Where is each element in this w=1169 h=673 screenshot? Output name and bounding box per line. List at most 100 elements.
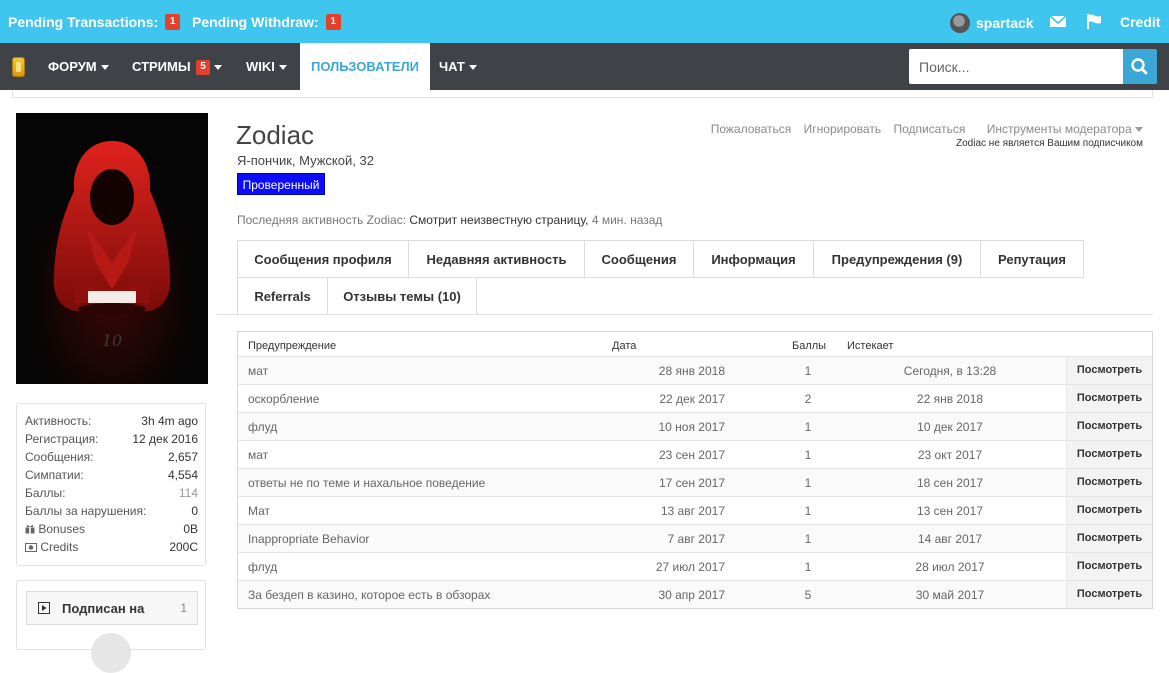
table-row: Inappropriate Behavior 7 авг 2017 1 14 авг … xyxy=(238,524,1152,552)
last-activity-label: Последняя активность Zodiac: xyxy=(237,213,407,227)
tab-referrals[interactable]: Referrals xyxy=(237,277,328,315)
stat-label: Баллы: xyxy=(25,486,66,500)
moderator-tools-menu[interactable]: Инструменты модератора xyxy=(978,122,1143,136)
tab-label: Сообщения xyxy=(601,252,677,267)
warning-title: флуд xyxy=(248,420,278,434)
stat-credits: Credits 200C xyxy=(25,540,198,558)
follow-link[interactable]: Подписаться xyxy=(893,122,965,136)
nav-item-forum[interactable]: ФОРУМ xyxy=(48,43,109,90)
tab-warnings[interactable]: Предупреждения (9) xyxy=(813,240,981,278)
tab-profile-posts[interactable]: Сообщения профиля xyxy=(237,240,409,278)
pending-transactions-label: Pending Transactions: xyxy=(8,14,159,30)
nav-item-users[interactable]: ПОЛЬЗОВАТЕЛИ xyxy=(300,43,430,90)
stat-value: 0 xyxy=(191,504,198,518)
tab-messages[interactable]: Сообщения xyxy=(584,240,694,278)
tab-label: Предупреждения (9) xyxy=(831,252,963,267)
warning-points: 1 xyxy=(804,560,812,574)
top-notification-bar: Pending Transactions: 1 Pending Withdraw… xyxy=(0,0,1169,43)
stat-label: Bonuses xyxy=(38,522,86,536)
avatar xyxy=(950,13,970,33)
warning-expires: 13 сен 2017 xyxy=(916,504,983,518)
view-warning-button[interactable]: Посмотреть xyxy=(1066,469,1152,496)
profile-stats: Активность: 3h 4m ago Регистрация: 12 де… xyxy=(16,403,206,566)
warning-expires: 18 сен 2017 xyxy=(916,476,983,490)
follow-status-note: Zodiac не является Вашим подписчиком xyxy=(956,138,1143,149)
nav-item-chat[interactable]: ЧАТ xyxy=(439,43,477,90)
warning-date: 17 сен 2017 xyxy=(658,476,725,490)
flag-icon[interactable] xyxy=(1085,13,1103,29)
following-toggle[interactable]: Подписан на 1 xyxy=(26,591,198,625)
tab-label: Referrals xyxy=(254,289,311,304)
nav-item-streams[interactable]: СТРИМЫ 5 xyxy=(132,43,222,90)
profile-username: Zodiac xyxy=(236,120,315,150)
stat-value: 0B xyxy=(183,522,198,536)
stat-likes: Симпатии: 4,554 xyxy=(25,468,198,486)
search-input[interactable] xyxy=(909,49,1123,84)
stat-value[interactable]: 114 xyxy=(179,486,198,500)
view-warning-button[interactable]: Посмотреть xyxy=(1066,413,1152,440)
stat-label: Сообщения: xyxy=(25,450,94,464)
mail-icon[interactable] xyxy=(1049,13,1067,29)
warning-title: флуд xyxy=(248,560,278,574)
warning-date: 13 авг 2017 xyxy=(660,504,725,518)
tab-information[interactable]: Информация xyxy=(693,240,814,278)
view-warning-button[interactable]: Посмотреть xyxy=(1066,357,1152,384)
warning-points: 1 xyxy=(804,532,812,546)
table-row: Мат 13 авг 2017 1 13 сен 2017 Посмотреть xyxy=(238,496,1152,524)
nav-item-label: ФОРУМ xyxy=(48,59,97,74)
column-header: Баллы xyxy=(792,340,827,352)
warning-expires: 30 май 2017 xyxy=(915,588,985,602)
caret-down-icon xyxy=(100,65,109,71)
view-warning-button[interactable]: Посмотреть xyxy=(1066,497,1152,524)
pending-transactions-link[interactable]: Pending Transactions: 1 xyxy=(8,14,181,30)
column-header: Истекает xyxy=(847,340,894,352)
avatar[interactable] xyxy=(91,633,131,673)
search-button[interactable] xyxy=(1123,49,1157,84)
warning-expires: 14 авг 2017 xyxy=(917,532,983,546)
tab-label: Репутация xyxy=(998,252,1066,267)
logo-icon[interactable] xyxy=(12,57,25,77)
profile-avatar[interactable]: 10 xyxy=(16,113,208,384)
last-activity: Последняя активность Zodiac: Смотрит неи… xyxy=(237,213,662,227)
table-row: мат 28 янв 2018 1 Сегодня, в 13:28 Посмотрет… xyxy=(238,356,1152,384)
nav-item-wiki[interactable]: WIKI xyxy=(246,43,287,90)
view-warning-button[interactable]: Посмотреть xyxy=(1066,441,1152,468)
column-header: Дата xyxy=(612,340,637,352)
tab-recent-activity[interactable]: Недавняя активность xyxy=(408,240,585,278)
stat-label: Активность: xyxy=(25,414,92,428)
ignore-link[interactable]: Игнорировать xyxy=(804,122,881,136)
tab-label: Информация xyxy=(711,252,796,267)
warning-expires: 28 июл 2017 xyxy=(915,560,985,574)
pending-withdraw-link[interactable]: Pending Withdraw: 1 xyxy=(192,14,341,30)
stat-registration: Регистрация: 12 дек 2016 xyxy=(25,432,198,450)
stat-value: 2,657 xyxy=(167,450,198,464)
view-warning-button[interactable]: Посмотреть xyxy=(1066,385,1152,412)
stat-messages: Сообщения: 2,657 xyxy=(25,450,198,468)
warnings-table: Предупреждение Дата Баллы Истекает мат 28… xyxy=(237,331,1153,609)
view-warning-button[interactable]: Посмотреть xyxy=(1066,525,1152,552)
warning-expires: 10 дек 2017 xyxy=(917,420,983,434)
warning-points: 1 xyxy=(804,364,812,378)
tab-reputation[interactable]: Репутация xyxy=(980,240,1084,278)
view-warning-button[interactable]: Посмотреть xyxy=(1066,581,1152,608)
caret-down-icon xyxy=(468,65,477,71)
warning-title: За бездеп в казино, которое есть в обзор… xyxy=(248,588,491,602)
following-count: 1 xyxy=(180,601,187,615)
warning-expires: 23 окт 2017 xyxy=(917,448,983,462)
warning-points: 1 xyxy=(804,504,812,518)
caret-down-icon xyxy=(278,65,287,71)
warning-points: 2 xyxy=(804,392,812,406)
user-menu[interactable]: spartack xyxy=(950,13,1034,33)
tab-label: Сообщения профиля xyxy=(254,252,392,267)
warning-title: мат xyxy=(248,364,269,378)
warning-date: 22 дек 2017 xyxy=(659,392,725,406)
view-warning-button[interactable]: Посмотреть xyxy=(1066,553,1152,580)
tabs-divider xyxy=(217,314,1153,315)
nav-item-label: СТРИМЫ xyxy=(132,59,191,74)
credit-label: Credit xyxy=(1120,14,1161,30)
report-link[interactable]: Пожаловаться xyxy=(711,122,792,136)
stat-label: Баллы за нарушения: xyxy=(25,504,147,518)
profile-subtitle: Я-пончик, Мужской, 32 xyxy=(237,153,374,168)
tab-thread-reviews[interactable]: Отзывы темы (10) xyxy=(327,277,477,315)
credit-link[interactable]: Credit xyxy=(1120,14,1160,30)
